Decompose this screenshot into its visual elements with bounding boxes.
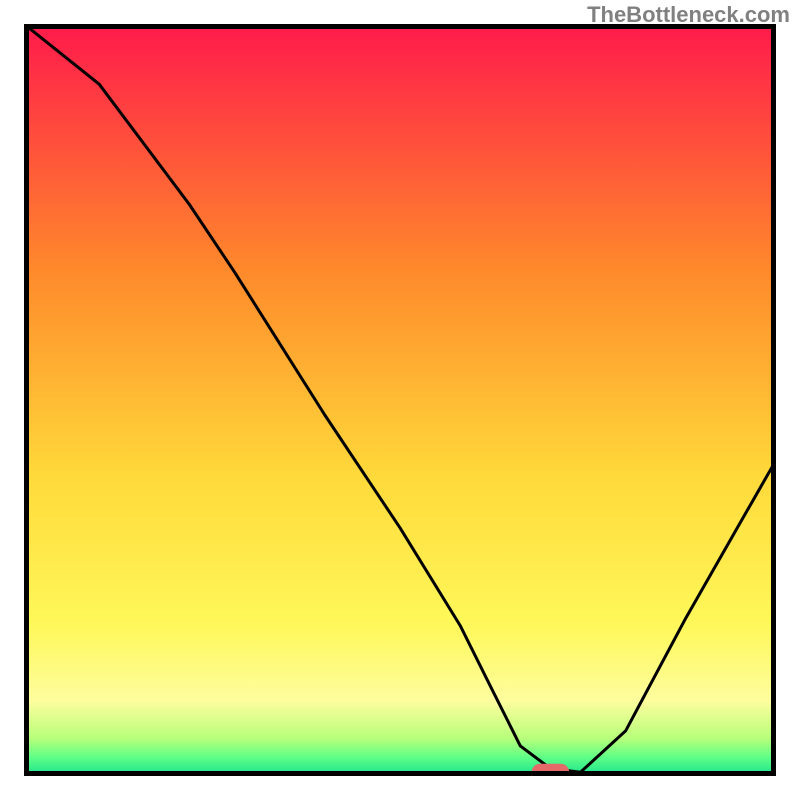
chart-container: TheBottleneck.com: [0, 0, 800, 800]
chart-svg: [24, 24, 776, 776]
watermark-text: TheBottleneck.com: [587, 2, 790, 28]
plot-frame: [24, 24, 776, 776]
